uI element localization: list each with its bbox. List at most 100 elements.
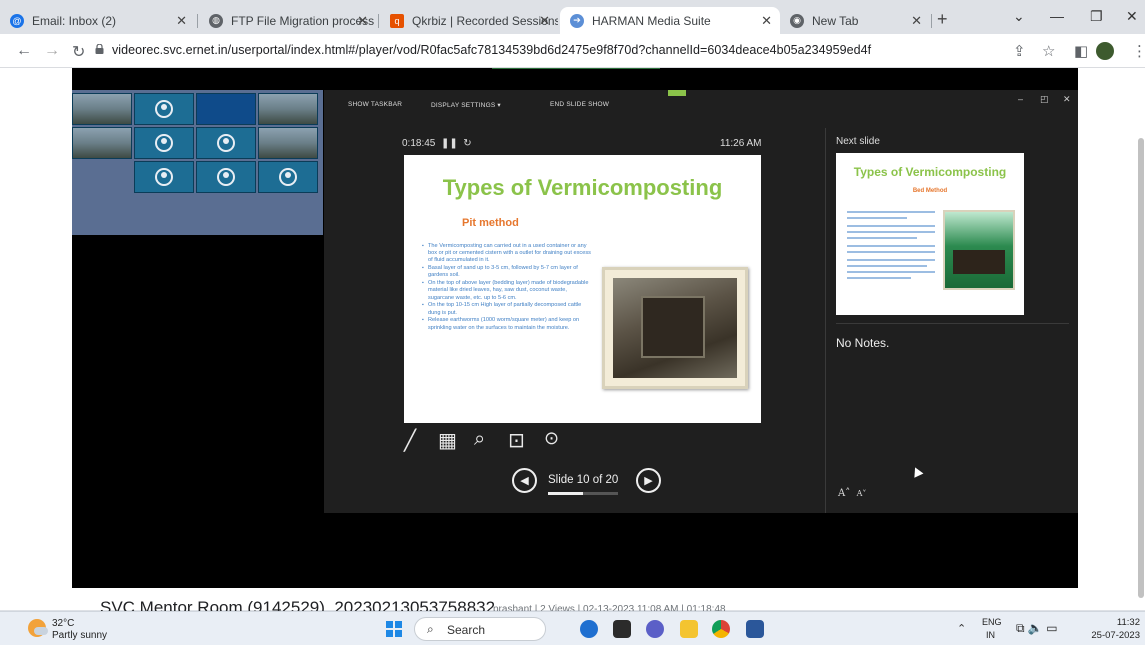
slide-counter: Slide 10 of 20 — [548, 474, 619, 486]
tab-newtab[interactable]: ◉ New Tab ✕ — [780, 7, 930, 34]
panel-divider — [836, 323, 1069, 324]
reload-icon[interactable]: ↻ — [72, 42, 85, 62]
next-slide-text-line — [847, 237, 917, 239]
zoom-magnifier-icon[interactable]: ⌕ — [474, 428, 485, 451]
next-slide-icon[interactable]: ▶ — [636, 468, 661, 493]
volume-icon[interactable]: 🔈 — [1028, 621, 1043, 635]
slide-bullet-list: The Vermicomposting can carried out in a… — [422, 243, 594, 332]
tab-qkrbiz[interactable]: q Qkrbiz | Recorded Sessions ✕ — [380, 7, 558, 34]
next-slide-text-line — [847, 271, 935, 273]
timer-value: 0:18:45 — [402, 138, 436, 149]
close-tab-icon[interactable]: ✕ — [357, 13, 368, 29]
green-marker — [668, 90, 686, 96]
decrease-font-icon[interactable]: A˅ — [857, 489, 867, 498]
presenter-minimize-icon[interactable]: – — [1018, 94, 1023, 104]
windows-start-icon[interactable] — [386, 621, 402, 637]
task-view-icon[interactable] — [613, 620, 631, 638]
slide-title: Types of Vermicomposting — [442, 175, 723, 200]
end-slide-show-button[interactable]: END SLIDE SHOW — [550, 101, 609, 108]
file-explorer-icon[interactable] — [680, 620, 698, 638]
current-time: 11:26 AM — [720, 138, 762, 149]
tab-search-chevron-icon[interactable]: ⌄ — [1013, 8, 1025, 25]
close-tab-icon[interactable]: ✕ — [539, 13, 550, 29]
chrome-taskbar-icon[interactable] — [712, 620, 730, 638]
tab-title: Email: Inbox (2) — [32, 13, 117, 28]
next-slide-label: Next slide — [836, 136, 880, 147]
restart-icon[interactable]: ↻ — [463, 138, 471, 149]
participant-tile — [134, 127, 194, 159]
bing-chat-icon[interactable] — [580, 620, 598, 638]
qkrbiz-favicon-icon: q — [390, 13, 404, 28]
language-region[interactable]: IN — [986, 630, 995, 640]
close-tab-icon[interactable]: ✕ — [176, 13, 187, 29]
more-options-icon[interactable]: ⊙ — [544, 428, 559, 449]
tab-title: HARMAN Media Suite — [592, 13, 711, 28]
avatar-icon — [155, 168, 173, 186]
slide-navigation: ◀ Slide 10 of 20 ▶ — [512, 468, 662, 496]
profile-avatar[interactable] — [1096, 42, 1114, 60]
tab-separator — [197, 14, 198, 28]
email-favicon-icon: @ — [10, 13, 24, 28]
presenter-view: SHOW TASKBAR DISPLAY SETTINGS ▾ END SLID… — [324, 90, 1078, 513]
avatar-icon — [217, 134, 235, 152]
slide-bullet: Release earthworms (1000 worm/square met… — [422, 317, 594, 331]
pause-icon[interactable]: ❚❚ — [441, 138, 458, 149]
show-taskbar-button[interactable]: SHOW TASKBAR — [348, 101, 402, 108]
network-icon[interactable]: ⧉ — [1016, 621, 1025, 635]
page-scrollbar[interactable] — [1138, 138, 1144, 598]
speaker-notes: No Notes. — [836, 336, 890, 350]
increase-font-icon[interactable]: A˄ — [838, 488, 850, 499]
pit-method-photo — [602, 267, 748, 389]
notes-font-size-controls: A˄ A˅ — [838, 488, 866, 499]
taskbar-date[interactable]: 25-07-2023 — [1086, 630, 1140, 641]
next-slide-preview[interactable]: Types of Vermicomposting Bed Method — [836, 153, 1024, 315]
menu-kebab-icon[interactable]: ⋮ — [1132, 42, 1145, 60]
system-tray[interactable]: ⧉ 🔈 ▭ — [1016, 621, 1058, 636]
back-arrow-icon[interactable]: ← — [16, 42, 32, 60]
forward-arrow-icon[interactable]: → — [44, 42, 60, 60]
tab-email[interactable]: @ Email: Inbox (2) ✕ — [0, 7, 195, 34]
language-indicator[interactable]: ENG — [982, 617, 1002, 627]
share-icon[interactable]: ⇪ — [1013, 42, 1026, 60]
chrome-favicon-icon: ◉ — [790, 13, 804, 28]
participant-tile — [196, 127, 256, 159]
weather-temperature[interactable]: 32°C — [52, 618, 74, 629]
teams-chat-icon[interactable] — [646, 620, 664, 638]
participant-tile — [258, 161, 318, 193]
sidepanel-icon[interactable]: ◧ — [1074, 42, 1088, 60]
bookmark-star-icon[interactable]: ☆ — [1042, 42, 1055, 60]
close-tab-icon[interactable]: ✕ — [761, 13, 772, 29]
see-all-slides-icon[interactable]: ▦ — [438, 428, 457, 453]
new-tab-plus-icon[interactable]: + — [937, 9, 948, 30]
weather-condition[interactable]: Partly sunny — [52, 630, 107, 641]
taskbar-time[interactable]: 11:32 — [1110, 617, 1140, 628]
participant-tile-camera — [72, 127, 132, 159]
slide-bullet: On the top of above layer (bedding layer… — [422, 280, 594, 302]
word-icon[interactable] — [746, 620, 764, 638]
lock-icon[interactable] — [95, 44, 104, 54]
presenter-close-icon[interactable]: ✕ — [1063, 94, 1071, 105]
pen-icon[interactable]: ╱ — [404, 428, 416, 453]
harman-favicon-icon: ➔ — [570, 13, 584, 28]
presenter-restore-icon[interactable]: ◰ — [1040, 94, 1049, 105]
tab-ftp[interactable]: ◍ FTP File Migration process fo ✕ — [199, 7, 376, 34]
next-slide-text-line — [847, 265, 927, 267]
weather-sun-cloud-icon[interactable] — [28, 619, 48, 637]
tab-title: Qkrbiz | Recorded Sessions — [412, 13, 558, 28]
previous-slide-icon[interactable]: ◀ — [512, 468, 537, 493]
taskbar-search[interactable]: ⌕ Search — [414, 617, 546, 641]
browser-toolbar: ← → ↻ videorec.svc.ernet.in/userportal/i… — [0, 34, 1145, 68]
next-slide-text-line — [847, 225, 935, 227]
pit-image — [613, 278, 737, 378]
battery-icon[interactable]: ▭ — [1046, 621, 1057, 635]
video-player[interactable]: SHOW TASKBAR DISPLAY SETTINGS ▾ END SLID… — [72, 68, 1078, 588]
presenter-screen-icon[interactable]: ⊡ — [508, 428, 525, 453]
display-settings-button[interactable]: DISPLAY SETTINGS ▾ — [431, 101, 501, 109]
restore-icon[interactable]: ❐ — [1090, 8, 1103, 25]
show-hidden-icons-chevron-icon[interactable]: ⌃ — [957, 622, 966, 635]
minimize-icon[interactable]: — — [1050, 8, 1064, 24]
tab-harman[interactable]: ➔ HARMAN Media Suite ✕ — [560, 7, 780, 34]
close-tab-icon[interactable]: ✕ — [911, 13, 922, 29]
address-bar[interactable]: videorec.svc.ernet.in/userportal/index.h… — [112, 43, 871, 57]
close-window-icon[interactable]: ✕ — [1126, 8, 1138, 25]
